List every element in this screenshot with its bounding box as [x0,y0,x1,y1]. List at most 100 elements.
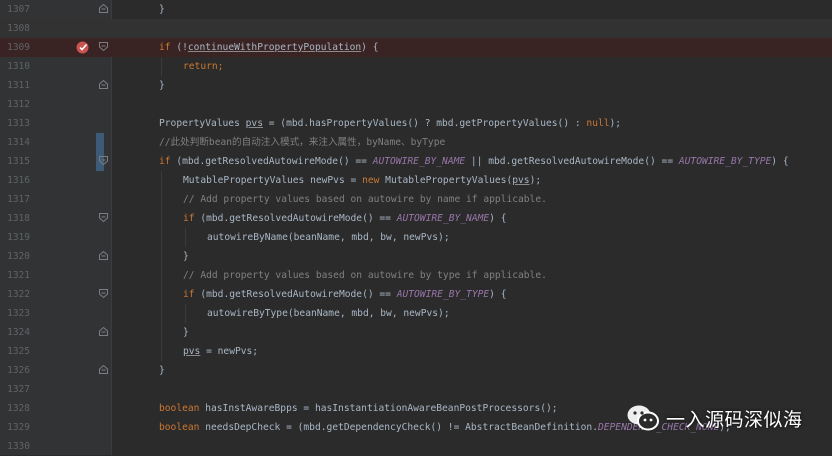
line-number: 1314 [7,137,30,148]
line-number: 1318 [7,213,30,224]
code-text[interactable]: } [159,0,165,19]
indent-guide [161,190,162,209]
code-token: (mbd.getResolvedAutowireMode() == [170,156,373,167]
code-line[interactable]: 1318 if (mbd.getResolvedAutowireMode() ==… [0,209,832,228]
code-line[interactable]: 1316 MutablePropertyValues newPvs = new M… [0,171,832,190]
code-text[interactable]: PropertyValues pvs = (mbd.hasPropertyVal… [159,114,621,133]
code-token: ) { [361,42,379,53]
code-line[interactable]: 1323 autowireByType(beanName, mbd, bw, ne… [0,304,832,323]
code-text[interactable]: } [183,323,189,342]
fold-marker-icon[interactable] [99,80,108,89]
indent-guide [161,57,162,76]
code-text[interactable]: pvs = newPvs; [183,342,258,361]
code-text[interactable]: //此处判断bean的自动注入模式，来注入属性，byName、byType [159,133,445,152]
code-line[interactable]: 1312 [0,95,832,114]
line-number: 1325 [7,346,30,357]
code-token: (mbd.getResolvedAutowireMode() == [194,289,397,300]
watermark-text: 一入源码深似海 [666,408,803,431]
keyword-token: boolean [159,422,200,433]
code-token: ) { [489,289,507,300]
code-line[interactable]: 1324} [0,323,832,342]
code-token: } [159,365,165,376]
code-text[interactable]: MutablePropertyValues newPvs = new Mutab… [183,171,541,190]
keyword-token: null [586,118,610,129]
code-line[interactable]: 1320} [0,247,832,266]
code-text[interactable]: if (!continueWithPropertyPopulation) { [159,38,379,57]
line-number: 1315 [7,156,30,167]
code-token: (mbd.getResolvedAutowireMode() == [194,213,397,224]
code-line[interactable]: 1309 if (!continueWithPropertyPopulation)… [0,38,832,57]
code-text[interactable]: if (mbd.getResolvedAutowireMode() == AUT… [183,209,506,228]
line-number: 1321 [7,270,30,281]
code-text[interactable]: if (mbd.getResolvedAutowireMode() == AUT… [159,152,789,171]
code-text[interactable]: } [159,76,165,95]
code-editor[interactable]: 1307} 1308 1309 if (!continueWithPropertyPo… [0,0,832,455]
code-text[interactable]: } [183,247,189,266]
line-number: 1320 [7,251,30,262]
code-line[interactable]: 1307} [0,0,832,19]
keyword-token: if [159,42,171,53]
indent-guide [161,228,162,247]
code-text[interactable]: // Add property values based on autowire… [183,190,547,209]
fold-marker-icon[interactable] [99,365,108,374]
code-line[interactable]: 1322 if (mbd.getResolvedAutowireMode() ==… [0,285,832,304]
code-token: } [183,251,189,262]
code-text[interactable]: if (mbd.getResolvedAutowireMode() == AUT… [183,285,506,304]
code-text[interactable]: // Add property values based on autowire… [183,266,547,285]
code-line[interactable]: 1330 [0,437,832,456]
line-number: 1316 [7,175,30,186]
code-text[interactable]: } [159,361,165,380]
code-text[interactable]: autowireByName(beanName, mbd, bw, newPvs… [207,228,450,247]
line-number: 1323 [7,308,30,319]
keyword-token: if [159,156,171,167]
code-text[interactable]: boolean hasInstAwareBpps = hasInstantiat… [159,399,558,418]
indent-guide [161,285,162,304]
line-number: 1312 [7,99,30,110]
code-line[interactable]: 1313 PropertyValues pvs = (mbd.hasPropert… [0,114,832,133]
code-token: continueWithPropertyPopulation [187,42,362,53]
constant-token: AUTOWIRE_BY_NAME [372,156,466,167]
line-number: 1308 [7,23,30,34]
comment-token: // Add property values based on autowire… [183,194,547,205]
fold-marker-icon[interactable] [99,213,108,222]
code-line[interactable]: 1319 autowireByName(beanName, mbd, bw, ne… [0,228,832,247]
code-line[interactable]: 1326} [0,361,832,380]
code-token: } [183,327,189,338]
code-line[interactable]: 1310 return; [0,57,832,76]
code-token: MutablePropertyValues newPvs = [183,175,363,186]
line-number: 1309 [7,42,30,53]
fold-marker-icon[interactable] [99,4,108,13]
code-line[interactable]: 1317 // Add property values based on auto… [0,190,832,209]
code-line[interactable]: 1321 // Add property values based on auto… [0,266,832,285]
code-line[interactable]: 1325 pvs = newPvs; [0,342,832,361]
fold-marker-icon[interactable] [99,156,108,165]
code-token: pvs [512,175,530,186]
code-text[interactable]: return; [183,57,223,76]
code-token: autowireByName(beanName, mbd, bw, newPvs… [207,232,450,243]
code-token: } [159,4,165,15]
indent-guide [161,323,162,342]
indent-guide [161,209,162,228]
code-line[interactable]: 1327 [0,380,832,399]
constant-token: AUTOWIRE_BY_TYPE [396,289,490,300]
code-line[interactable]: 1315 if (mbd.getResolvedAutowireMode() ==… [0,152,832,171]
fold-marker-icon[interactable] [99,289,108,298]
fold-marker-icon[interactable] [99,251,108,260]
line-number: 1324 [7,327,30,338]
breakpoint-check-icon[interactable] [76,41,89,54]
fold-marker-icon[interactable] [99,327,108,336]
fold-marker-icon[interactable] [99,42,108,51]
code-token: = newPvs; [200,346,259,357]
code-token: ) { [489,213,507,224]
code-line[interactable]: 1314 //此处判断bean的自动注入模式，来注入属性，byName、byTyp… [0,133,832,152]
code-line[interactable]: 1311} [0,76,832,95]
code-text[interactable]: autowireByType(beanName, mbd, bw, newPvs… [207,304,450,323]
code-token: } [159,80,165,91]
line-number: 1319 [7,232,30,243]
code-token: pvs [183,346,201,357]
code-line[interactable]: 1308 [0,19,832,38]
change-marker[interactable] [96,133,104,152]
line-number: 1313 [7,118,30,129]
line-number: 1317 [7,194,30,205]
keyword-token: boolean [159,403,200,414]
